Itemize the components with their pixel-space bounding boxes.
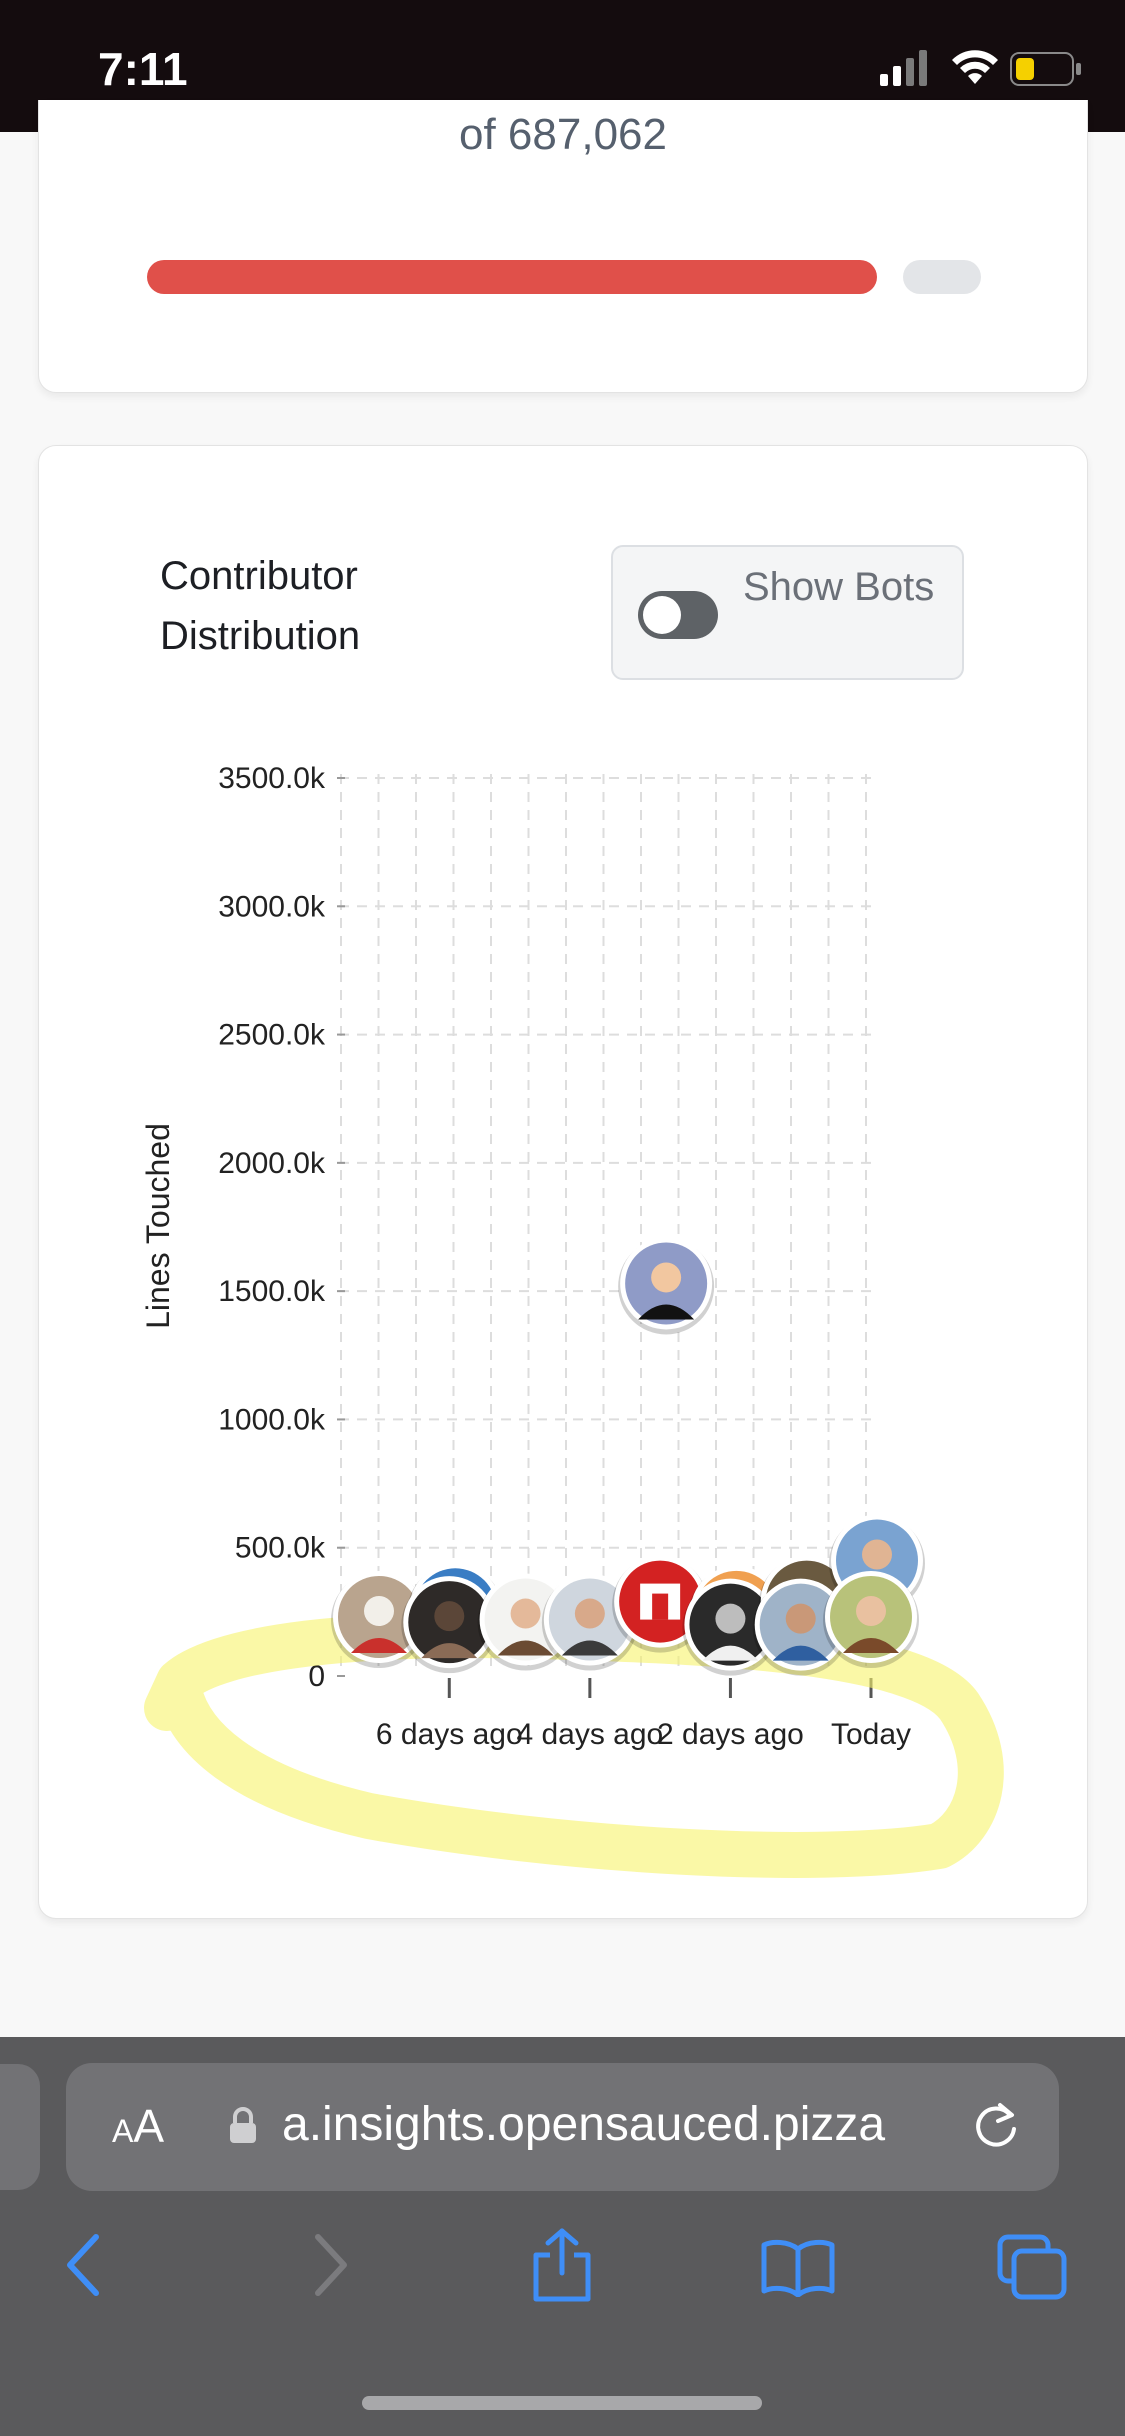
browser-toolbar: AA a.insights.opensauced.pizza	[0, 2037, 1125, 2436]
y-tick-label: 2500.0k	[218, 1019, 326, 1052]
y-tick-label: 1500.0k	[218, 1275, 326, 1308]
reader-options-button[interactable]: AA	[112, 2099, 164, 2153]
total-count-text: of 687,062	[459, 110, 667, 159]
y-axis-title: Lines Touched	[140, 1123, 176, 1329]
contributor-scatter-chart: 0500.0k1000.0k1500.0k2000.0k2500.0k3000.…	[140, 762, 1004, 1878]
forward-icon[interactable]	[310, 2233, 350, 2297]
contributor-distribution-card: Contributor Distribution Show Bots 0 500.…	[38, 445, 1088, 1919]
summary-card: of 687,062	[38, 100, 1088, 393]
battery-low-icon	[1010, 52, 1081, 86]
contributor-point-avatar-cartoon-glasses	[618, 1237, 715, 1335]
y-tick-label: 1000.0k	[218, 1403, 326, 1436]
share-icon[interactable]	[530, 2227, 594, 2303]
progress-bar-fill	[147, 260, 877, 294]
y-tick-label: 2000.0k	[218, 1147, 326, 1180]
x-tick-label: 4 days ago	[516, 1718, 663, 1751]
x-tick-label: Today	[831, 1718, 911, 1751]
reload-icon[interactable]	[966, 2095, 1026, 2155]
y-tick-label: 3000.0k	[218, 890, 326, 923]
previous-tab-stub[interactable]	[0, 2064, 40, 2190]
y-tick-label: 500.0k	[235, 1532, 326, 1565]
url-text: a.insights.opensauced.pizza	[282, 2098, 886, 2151]
x-axis: 6 days ago4 days ago2 days ago Today	[376, 1678, 911, 1751]
x-tick-label: 2 days ago	[657, 1718, 804, 1751]
chart-points	[331, 1237, 925, 1676]
cellular-signal-icon	[880, 50, 927, 86]
tabs-icon[interactable]	[996, 2233, 1068, 2301]
x-tick-label: 6 days ago	[376, 1718, 523, 1751]
back-icon[interactable]	[64, 2233, 104, 2297]
bookmarks-icon[interactable]	[760, 2237, 836, 2297]
home-indicator	[362, 2396, 762, 2410]
status-time: 7:11	[98, 43, 188, 95]
y-tick-label: 3500.0k	[218, 762, 326, 795]
wifi-icon	[952, 50, 998, 84]
lock-icon	[230, 2107, 256, 2143]
chart-grid	[339, 774, 871, 1674]
progress-bar-remainder	[903, 260, 981, 294]
y-axis: 0500.0k1000.0k1500.0k2000.0k2500.0k3000.…	[218, 762, 345, 1693]
address-bar[interactable]: AA a.insights.opensauced.pizza	[66, 2063, 1059, 2191]
